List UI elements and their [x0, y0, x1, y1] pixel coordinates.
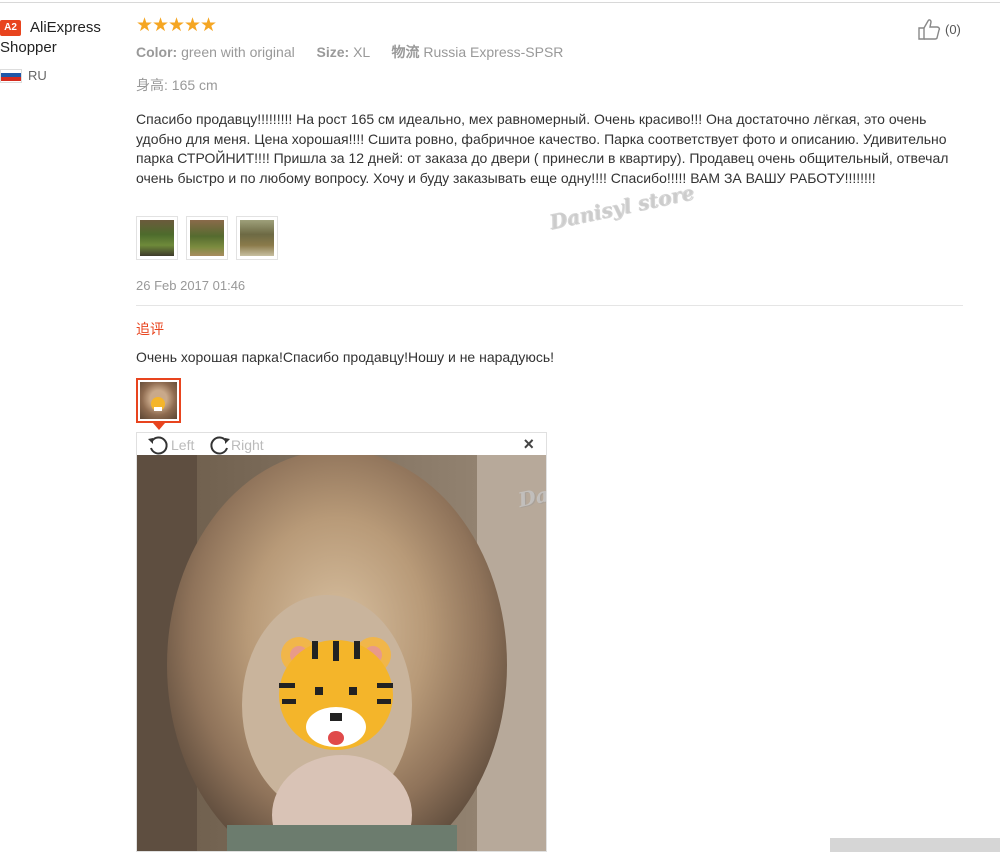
enlarged-photo: Danisyl store [137, 455, 546, 851]
review-photo-thumbnail[interactable] [136, 216, 178, 260]
reviewer-name: AliExpress Shopper [0, 19, 101, 56]
helpful-count: (0) [945, 21, 961, 37]
size-value: XL [353, 44, 370, 60]
review-date: 26 Feb 2017 01:46 [136, 278, 246, 293]
tiger-face-sticker-icon [279, 637, 393, 750]
buyer-height: 身高: 165 cm [136, 75, 218, 95]
review-text: Спасибо продавцу!!!!!!!!! На рост 165 см… [136, 111, 949, 186]
additional-review-text: Очень хорошая парка!Спасибо продавцу!Нош… [136, 349, 555, 365]
top-divider [0, 2, 1000, 3]
rotate-left-button[interactable]: Left [147, 434, 194, 456]
color-value: green with original [181, 44, 295, 60]
close-viewer-button[interactable]: × [523, 435, 534, 453]
rotate-right-label: Right [231, 437, 264, 453]
order-attributes: Color: green with original Size: XL 物流 R… [136, 42, 563, 62]
reviewer-country: RU [0, 68, 47, 83]
helpful-button[interactable]: (0) [918, 18, 961, 40]
additional-photo-thumbnail[interactable] [136, 378, 181, 423]
review-photos [136, 216, 278, 260]
section-divider [136, 305, 963, 306]
logistics-label: 物流 [391, 44, 420, 60]
logistics-value: Russia Express-SPSR [423, 44, 564, 60]
rotate-right-button[interactable]: Right [207, 434, 264, 456]
fur-hood-photo [137, 455, 546, 851]
star-icon: ★ [136, 15, 154, 36]
rotate-left-icon [148, 436, 168, 455]
rotate-left-label: Left [171, 437, 195, 453]
selected-indicator-arrow [153, 423, 165, 430]
viewer-toolbar: Left Right × [137, 433, 546, 455]
country-code: RU [28, 68, 47, 83]
size-label: Size: [316, 44, 350, 60]
star-icon: ★ [168, 15, 186, 36]
russia-flag-icon [0, 68, 22, 83]
height-value: 165 cm [171, 77, 218, 93]
star-icon: ★ [200, 15, 218, 36]
thumbs-up-icon [918, 19, 941, 40]
tiger-sticker-icon [151, 397, 165, 411]
star-rating: ★ ★ ★ ★ ★ [136, 15, 218, 36]
star-icon: ★ [152, 15, 170, 36]
photo-viewer: Left Right × Danisyl [136, 432, 547, 852]
additional-review-title: 追评 [136, 321, 164, 337]
color-label: Color: [136, 44, 178, 60]
review-photo-thumbnail[interactable] [186, 216, 228, 260]
horizontal-scrollbar[interactable] [830, 838, 1000, 852]
height-label: 身高: [136, 77, 168, 93]
review-photo-thumbnail[interactable] [236, 216, 278, 260]
star-icon: ★ [184, 15, 202, 36]
rotate-right-icon [210, 436, 230, 455]
